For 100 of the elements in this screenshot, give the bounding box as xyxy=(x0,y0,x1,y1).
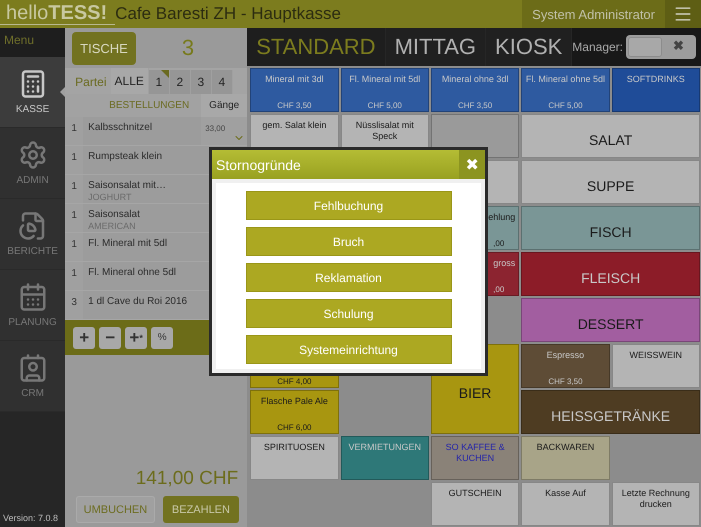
sidebar-item-label: ADMIN xyxy=(16,175,49,186)
tile-price: ,00 xyxy=(492,285,506,295)
item-price: 33,00 xyxy=(205,124,226,133)
column-header: BESTELLUNGEN xyxy=(108,100,190,111)
tile-price: CHF 5,00 xyxy=(366,101,403,111)
manager-toggle[interactable]: ✖ xyxy=(626,35,696,59)
product-tile[interactable]: FISCH xyxy=(521,206,700,250)
quantity-cell: 1 xyxy=(65,233,84,261)
manager-label: Manager: xyxy=(572,40,623,54)
pay-button[interactable]: BEZAHLEN xyxy=(162,496,240,523)
sidebar-item[interactable]: KASSE xyxy=(0,57,66,128)
sidebar-item[interactable]: ADMIN xyxy=(0,128,66,199)
tile-label: FISCH xyxy=(590,224,632,240)
item-name: Fl. Mineral ohne 5dl xyxy=(88,266,177,279)
percent-button[interactable]: % xyxy=(151,326,174,348)
product-tile[interactable]: Mineral mit 3dl CHF 3,50 xyxy=(250,68,339,112)
item-name: Fl. Mineral mit 5dl xyxy=(88,237,168,250)
product-tile[interactable]: VERMIETUNGEN xyxy=(340,436,429,480)
product-tile[interactable]: SO KAFFEE & KUCHEN xyxy=(430,436,520,480)
product-tile[interactable]: SOFTDRINKS xyxy=(612,68,700,112)
product-tile[interactable]: Mineral ohne 3dl CHF 3,50 xyxy=(430,68,520,112)
tile-label: WEISSWEIN xyxy=(630,350,682,361)
category-tab[interactable]: STANDARD xyxy=(247,28,386,66)
product-tile[interactable]: Espresso CHF 3,50 xyxy=(521,344,610,388)
gears-icon xyxy=(18,140,48,170)
product-tile[interactable]: SUPPE xyxy=(521,160,700,204)
product-tile[interactable]: BACKWAREN xyxy=(521,436,610,480)
plus-button[interactable]: + xyxy=(73,326,96,348)
tile-label: SPIRITUOSEN xyxy=(264,442,325,453)
tile-price: CHF 3,50 xyxy=(547,377,584,387)
quantity-cell: 1 xyxy=(65,117,84,145)
product-tile[interactable]: SALAT xyxy=(521,114,700,158)
product-tile[interactable]: GUTSCHEIN xyxy=(430,482,520,526)
category-tab[interactable]: KIOSK xyxy=(486,28,572,66)
app-logo: helloTESS! xyxy=(0,2,116,24)
sidebar-item-label: PLANUNG xyxy=(8,317,57,328)
product-tile[interactable]: FLEISCH xyxy=(521,252,700,296)
tile-label: DESSERT xyxy=(578,316,644,332)
sidebar-item[interactable]: CRM xyxy=(0,341,66,412)
product-tile[interactable]: Fl. Mineral mit 5dl CHF 5,00 xyxy=(340,68,429,112)
product-tile[interactable]: Flasche Pale Ale CHF 6,00 xyxy=(250,390,339,434)
quantity-cell: 1 xyxy=(65,204,84,232)
close-button[interactable]: ✖ xyxy=(459,150,485,179)
product-tile[interactable]: Kasse Auf xyxy=(521,482,610,526)
sidebar-title: Menu xyxy=(0,28,66,57)
tile-label: Espresso xyxy=(546,350,584,361)
tile-label: gem. Salat klein xyxy=(262,120,326,131)
quantity-cell: 1 xyxy=(65,262,84,290)
tile-label: FLEISCH xyxy=(581,270,640,286)
item-name: Saisonsalat mit… xyxy=(88,179,167,192)
sidebar-item[interactable]: PLANUNG xyxy=(0,270,66,341)
party-tab[interactable]: 1 xyxy=(148,70,170,94)
product-tile[interactable]: Fl. Mineral ohne 5dl CHF 5,00 xyxy=(521,68,610,112)
tile-label: Fl. Mineral mit 5dl xyxy=(349,74,420,85)
party-label: Partei xyxy=(74,74,108,91)
version-label: Version: 7.0.8 xyxy=(2,512,60,525)
tile-label: Letzte Rechnung drucken xyxy=(620,488,691,510)
party-tab[interactable]: 4 xyxy=(212,70,233,94)
tile-label: BACKWAREN xyxy=(536,442,594,453)
product-tile[interactable]: Letzte Rechnung drucken xyxy=(612,482,700,526)
table-number: 3 xyxy=(180,35,196,61)
user-name[interactable]: System Administrator xyxy=(522,0,665,28)
party-tab[interactable]: ALLE xyxy=(110,68,149,94)
tile-label: SOFTDRINKS xyxy=(626,74,685,85)
tables-button[interactable]: TISCHE xyxy=(72,32,136,64)
tile-label: Nüsslisalat mit Speck xyxy=(354,120,415,142)
sidebar-item[interactable]: BERICHTE xyxy=(0,199,66,270)
quantity-cell: 1 xyxy=(65,146,84,174)
product-tile[interactable]: HEISSGETRÄNKE xyxy=(521,390,700,434)
party-tab[interactable]: 2 xyxy=(170,70,191,94)
tile-label: SALAT xyxy=(588,132,632,148)
product-tile[interactable]: SPIRITUOSEN xyxy=(250,436,339,480)
order-row[interactable]: 1 Kalbsschnitzel 33,00 xyxy=(65,117,248,146)
tile-label: SUPPE xyxy=(586,178,634,194)
tile-label: SO KAFFEE & KUCHEN xyxy=(444,442,506,464)
sidebar-item-label: BERICHTE xyxy=(7,246,58,257)
tile-label: Mineral ohne 3dl xyxy=(442,74,508,85)
tile-label: Mineral mit 3dl xyxy=(265,74,324,85)
party-tab[interactable]: 3 xyxy=(190,70,212,94)
tile-label: gross xyxy=(493,258,516,269)
product-tile[interactable]: WEISSWEIN xyxy=(612,344,700,388)
sidebar-item-label: KASSE xyxy=(16,104,50,115)
tile-price: CHF 6,00 xyxy=(276,423,312,433)
window-title: Cafe Baresti ZH - Hauptkasse xyxy=(115,4,342,24)
tile-price: CHF 4,00 xyxy=(276,377,312,387)
minus-button[interactable]: − xyxy=(99,326,122,348)
total-amount: 141,00 CHF xyxy=(134,468,240,491)
menu-button[interactable] xyxy=(665,0,701,28)
tile-label: Fl. Mineral ohne 5dl xyxy=(526,74,605,85)
tile-label: HEISSGETRÄNKE xyxy=(551,408,670,424)
sidebar-item-label: CRM xyxy=(21,388,44,399)
product-tile[interactable]: DESSERT xyxy=(521,298,700,342)
item-name: Rumpsteak klein xyxy=(88,150,164,163)
calendar-icon xyxy=(18,282,48,312)
category-tab[interactable]: MITTAG xyxy=(386,28,486,66)
item-name: Kalbsschnitzel xyxy=(88,121,154,134)
tile-label: ehlung xyxy=(488,212,516,223)
tile-price: ,00 xyxy=(492,239,506,249)
tile-label: BIER xyxy=(458,384,492,402)
item-name: 1 dl Cave du Roi 2016 xyxy=(88,295,188,308)
